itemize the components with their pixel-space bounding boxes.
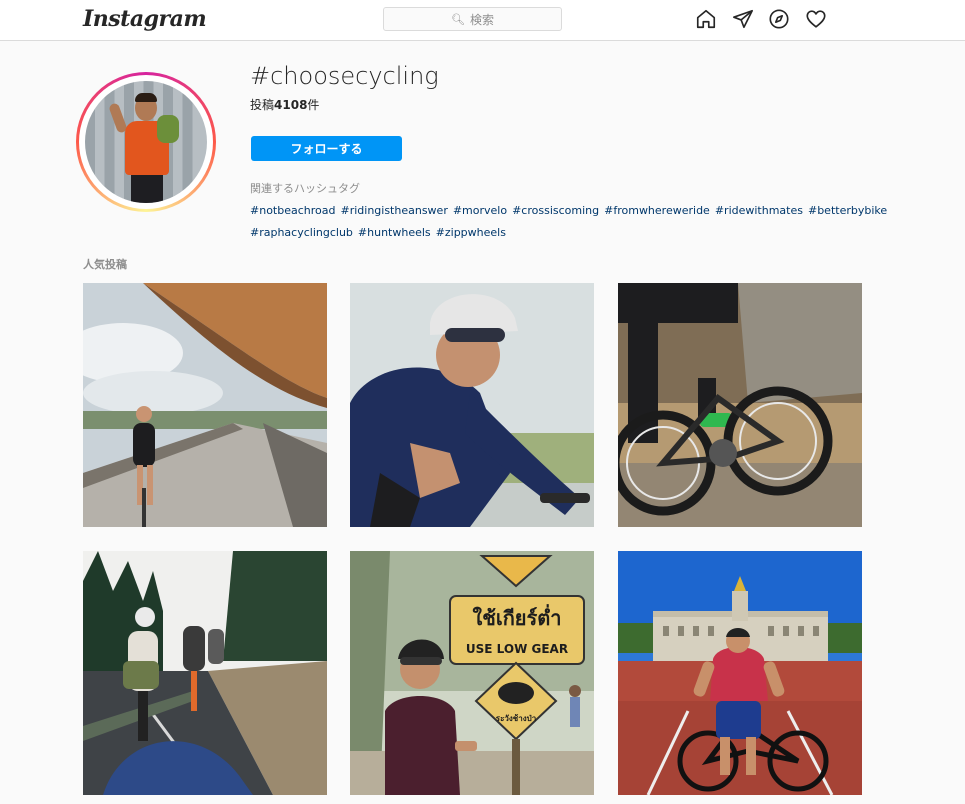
related-hashtag-link[interactable]: #ridingistheanswer <box>340 204 447 217</box>
related-hashtags-label: 関連するハッシュタグ <box>250 182 360 195</box>
post-thumbnail-wahoo-cyclist[interactable] <box>350 283 594 527</box>
home-icon[interactable] <box>695 8 717 30</box>
post-thumbnail-forest-road-riders[interactable] <box>83 551 327 795</box>
sign-english-text: USE LOW GEAR <box>466 642 568 656</box>
follow-button[interactable]: フォローする <box>251 136 402 161</box>
post-count-suffix: 件 <box>307 98 320 112</box>
post-count: 投稿4108件 <box>250 96 319 113</box>
post-count-value: 4108 <box>274 98 308 112</box>
related-hashtag-link[interactable]: #zippwheels <box>436 226 506 239</box>
top-nav: Instagram 🔍︎ 検索 <box>0 0 965 41</box>
search-input[interactable]: 🔍︎ 検索 <box>383 7 562 31</box>
search-placeholder: 検索 <box>469 12 494 27</box>
related-hashtag-link[interactable]: #notbeachroad <box>250 204 335 217</box>
related-hashtag-link[interactable]: #fromwhereweride <box>604 204 710 217</box>
sign-small-text: ระวังช้างป่า <box>496 713 536 723</box>
related-hashtag-link[interactable]: #betterbybike <box>808 204 887 217</box>
activity-heart-icon[interactable] <box>805 8 827 30</box>
related-hashtag-link[interactable]: #raphacyclingclub <box>250 226 353 239</box>
hashtag-avatar <box>76 72 216 212</box>
direct-icon[interactable] <box>732 8 754 30</box>
search-icon: 🔍︎ <box>451 12 465 26</box>
post-thumbnail-thai-sign-rider[interactable]: ใช้เกียร์ต่ำ USE LOW GEAR ระวังช้างป่า <box>350 551 594 795</box>
explore-icon[interactable] <box>768 8 790 30</box>
related-hashtag-link[interactable]: #huntwheels <box>358 226 431 239</box>
instagram-logo[interactable]: Instagram <box>83 6 207 32</box>
post-thumbnail-velodrome-rider[interactable] <box>83 283 327 527</box>
avatar-baby <box>157 115 179 143</box>
avatar-person-hair <box>135 93 157 102</box>
related-hashtag-link[interactable]: #crossiscoming <box>512 204 599 217</box>
top-posts-heading: 人気投稿 <box>83 258 127 271</box>
post-thumbnail-road-bike-closeup[interactable] <box>618 283 862 527</box>
avatar-image <box>85 81 207 203</box>
related-hashtag-link[interactable]: #ridewithmates <box>715 204 803 217</box>
related-hashtags: 関連するハッシュタグ #notbeachroad #ridingistheanswe… <box>250 178 950 244</box>
post-count-prefix: 投稿 <box>250 98 275 112</box>
sign-thai-text: ใช้เกียร์ต่ำ <box>473 603 562 630</box>
post-thumbnail-buckingham-palace-rider[interactable] <box>618 551 862 795</box>
page-title: #choosecycling <box>250 62 439 90</box>
related-hashtag-link[interactable]: #morvelo <box>453 204 507 217</box>
avatar-border <box>79 75 213 209</box>
avatar-person-legs <box>131 173 163 203</box>
